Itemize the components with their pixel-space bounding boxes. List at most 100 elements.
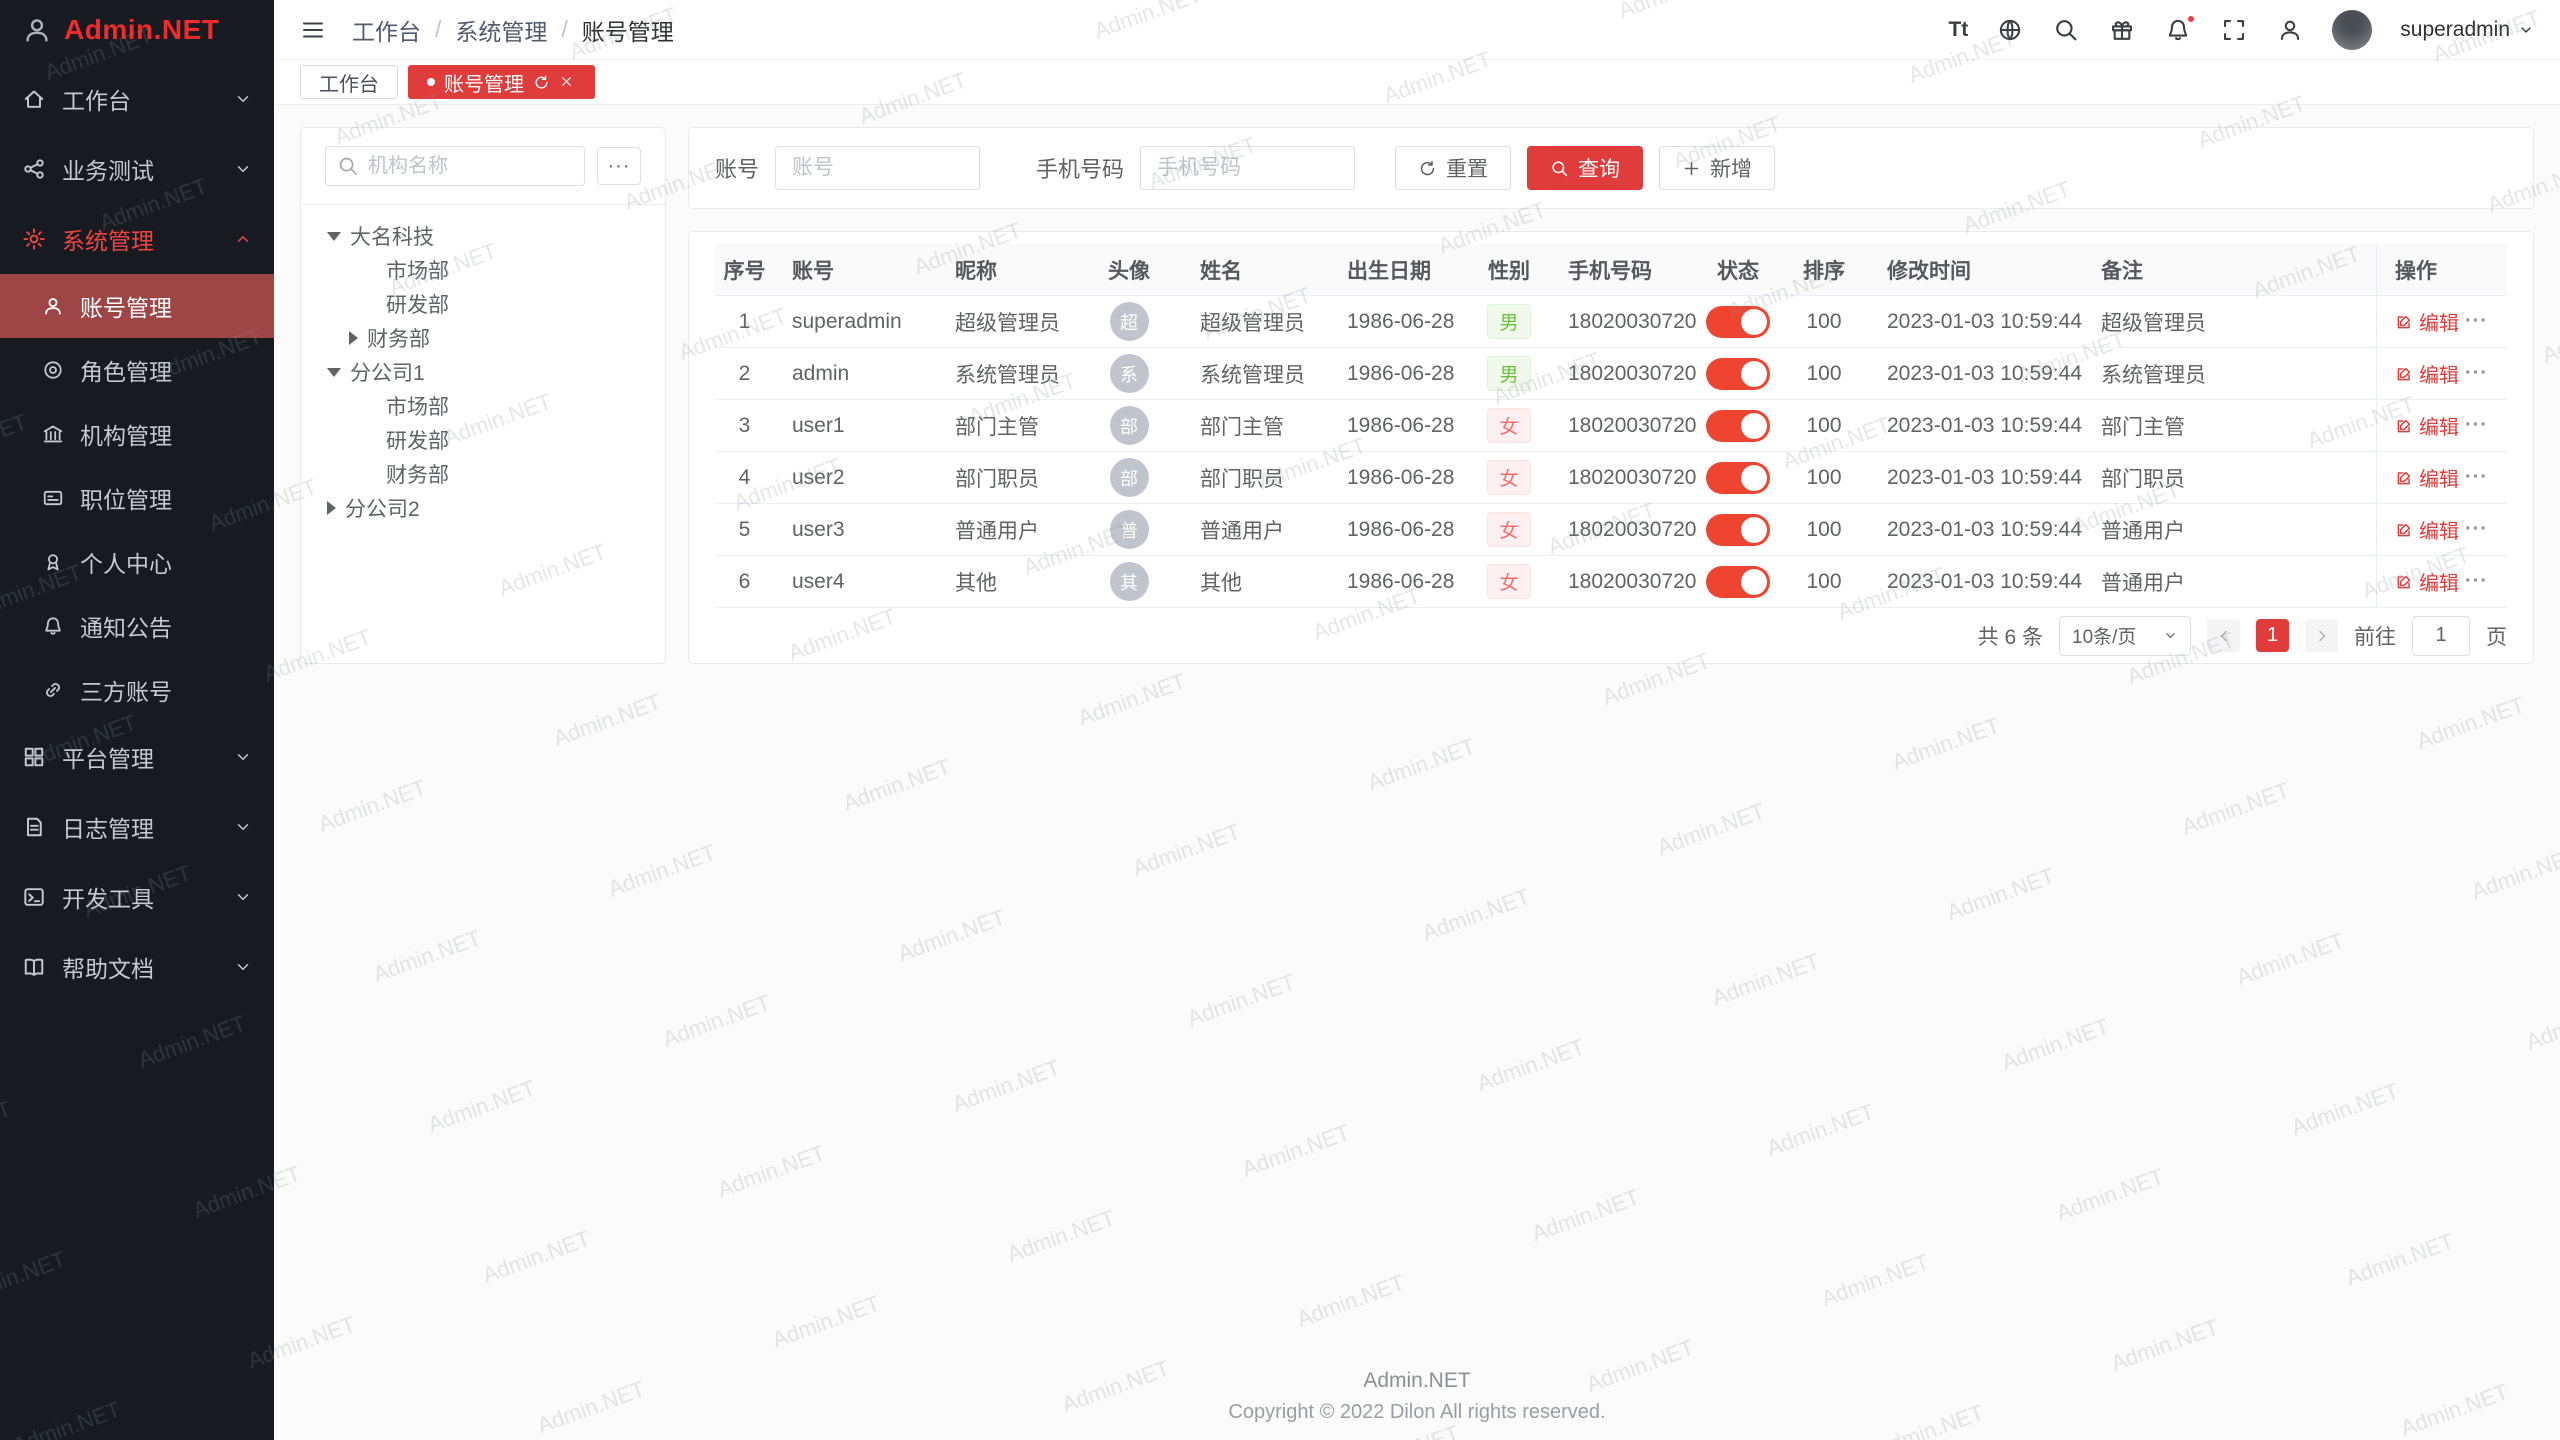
org-search-input[interactable] (325, 146, 585, 186)
sidebar-item-profile-center[interactable]: 个人中心 (0, 530, 274, 594)
tree-node[interactable]: 分公司1 (321, 355, 645, 389)
user-menu[interactable]: superadmin (2400, 18, 2534, 42)
add-button[interactable]: 新增 (1659, 146, 1775, 190)
edit-button[interactable]: 编辑 (2395, 567, 2459, 596)
tab-bar: 工作台 账号管理 (274, 60, 2560, 105)
edit-button[interactable]: 编辑 (2395, 411, 2459, 440)
account-filter-input[interactable] (775, 146, 980, 190)
tree-node[interactable]: 大名科技 (321, 219, 645, 253)
status-toggle[interactable] (1706, 514, 1770, 546)
close-icon[interactable] (559, 74, 576, 91)
reset-button[interactable]: 重置 (1395, 146, 1511, 190)
cell-avatar: 超 (1076, 296, 1182, 347)
cell-birth-date: 1986-06-28 (1329, 296, 1468, 347)
more-actions-button[interactable]: ··· (2465, 466, 2488, 489)
refresh-icon[interactable] (533, 74, 550, 91)
tab-label: 工作台 (319, 68, 379, 97)
sidebar-item-third-party-account[interactable]: 三方账号 (0, 658, 274, 722)
sidebar-item-org-management[interactable]: 机构管理 (0, 402, 274, 466)
cell-avatar: 系 (1076, 348, 1182, 399)
caret-right-icon[interactable] (349, 331, 358, 345)
col-header: 序号 (715, 244, 774, 295)
cell-actions: 编辑 ··· (2376, 452, 2507, 503)
sidebar-item-help-docs[interactable]: 帮助文档 (0, 932, 274, 1002)
tree-node[interactable]: 研发部 (321, 287, 645, 321)
row-avatar: 部 (1110, 458, 1149, 497)
fullscreen-icon[interactable] (2220, 16, 2248, 44)
sidebar-item-account-management[interactable]: 账号管理 (0, 274, 274, 338)
sidebar-item-notice[interactable]: 通知公告 (0, 594, 274, 658)
sidebar-item-label: 工作台 (62, 82, 131, 116)
search-icon[interactable] (2052, 16, 2080, 44)
sidebar-item-log-management[interactable]: 日志管理 (0, 792, 274, 862)
header: 工作台 / 系统管理 / 账号管理 Tt (274, 0, 2560, 60)
edit-button[interactable]: 编辑 (2395, 307, 2459, 336)
cell-remark: 超级管理员 (2083, 296, 2376, 347)
query-button[interactable]: 查询 (1527, 146, 1643, 190)
cell-avatar: 部 (1076, 400, 1182, 451)
breadcrumb-item[interactable]: 系统管理 (455, 13, 547, 47)
role-icon (42, 359, 64, 381)
caret-down-icon[interactable] (327, 368, 341, 377)
status-toggle[interactable] (1706, 306, 1770, 338)
tree-node[interactable]: 市场部 (321, 389, 645, 423)
tab-workbench[interactable]: 工作台 (300, 65, 398, 99)
tree-more-button[interactable]: ··· (597, 147, 641, 185)
breadcrumb-item[interactable]: 工作台 (352, 13, 421, 47)
caret-right-icon[interactable] (327, 501, 336, 515)
sidebar-item-business-test[interactable]: 业务测试 (0, 134, 274, 204)
goto-page-input[interactable] (2412, 616, 2470, 656)
caret-down-icon[interactable] (327, 232, 341, 241)
sidebar-item-platform-management[interactable]: 平台管理 (0, 722, 274, 792)
status-toggle[interactable] (1706, 358, 1770, 390)
edit-button[interactable]: 编辑 (2395, 463, 2459, 492)
sidebar-item-label: 平台管理 (62, 740, 154, 774)
tree-node[interactable]: 财务部 (321, 321, 645, 355)
sidebar-item-system-management[interactable]: 系统管理 (0, 204, 274, 274)
tree-node[interactable]: 市场部 (321, 253, 645, 287)
page-number-button[interactable]: 1 (2256, 619, 2289, 652)
sidebar-item-workbench[interactable]: 工作台 (0, 64, 274, 134)
logo[interactable]: Admin.NET (0, 0, 274, 60)
status-toggle[interactable] (1706, 566, 1770, 598)
cell-birth-date: 1986-06-28 (1329, 348, 1468, 399)
phone-filter-input[interactable] (1140, 146, 1355, 190)
avatar[interactable] (2332, 10, 2372, 50)
cell-no: 3 (715, 400, 774, 451)
more-actions-button[interactable]: ··· (2465, 570, 2488, 593)
page-size-select[interactable]: 10条/页 (2059, 616, 2191, 656)
status-toggle[interactable] (1706, 462, 1770, 494)
globe-icon[interactable] (1996, 16, 2024, 44)
cell-name: 普通用户 (1182, 504, 1329, 555)
tree-node[interactable]: 财务部 (321, 457, 645, 491)
sidebar-item-dev-tools[interactable]: 开发工具 (0, 862, 274, 932)
tree-node[interactable]: 分公司2 (321, 491, 645, 525)
notification-bell-icon[interactable] (2164, 16, 2192, 44)
sidebar-item-position-management[interactable]: 职位管理 (0, 466, 274, 530)
more-actions-button[interactable]: ··· (2465, 310, 2488, 333)
edit-button[interactable]: 编辑 (2395, 515, 2459, 544)
tab-account-management[interactable]: 账号管理 (408, 65, 595, 99)
more-actions-button[interactable]: ··· (2465, 362, 2488, 385)
cell-modified-time: 2023-01-03 10:59:44 (1869, 556, 2083, 607)
hamburger-menu-icon[interactable] (300, 15, 330, 45)
font-size-icon[interactable]: Tt (1948, 16, 1968, 44)
edit-button[interactable]: 编辑 (2395, 359, 2459, 388)
user-icon (42, 295, 64, 317)
tree-node-label: 分公司2 (345, 493, 420, 523)
cell-modified-time: 2023-01-03 10:59:44 (1869, 452, 2083, 503)
gift-icon[interactable] (2108, 16, 2136, 44)
cell-order: 100 (1779, 296, 1869, 347)
prev-page-button[interactable] (2207, 619, 2240, 652)
status-toggle[interactable] (1706, 410, 1770, 442)
user-icon[interactable] (2276, 16, 2304, 44)
chevron-down-icon (234, 160, 252, 178)
more-actions-button[interactable]: ··· (2465, 414, 2488, 437)
more-actions-button[interactable]: ··· (2465, 518, 2488, 541)
sidebar-item-label: 个人中心 (80, 545, 172, 579)
tree-node[interactable]: 研发部 (321, 423, 645, 457)
cell-actions: 编辑 ··· (2376, 400, 2507, 451)
refresh-icon (1418, 159, 1437, 178)
next-page-button[interactable] (2305, 619, 2338, 652)
sidebar-item-role-management[interactable]: 角色管理 (0, 338, 274, 402)
